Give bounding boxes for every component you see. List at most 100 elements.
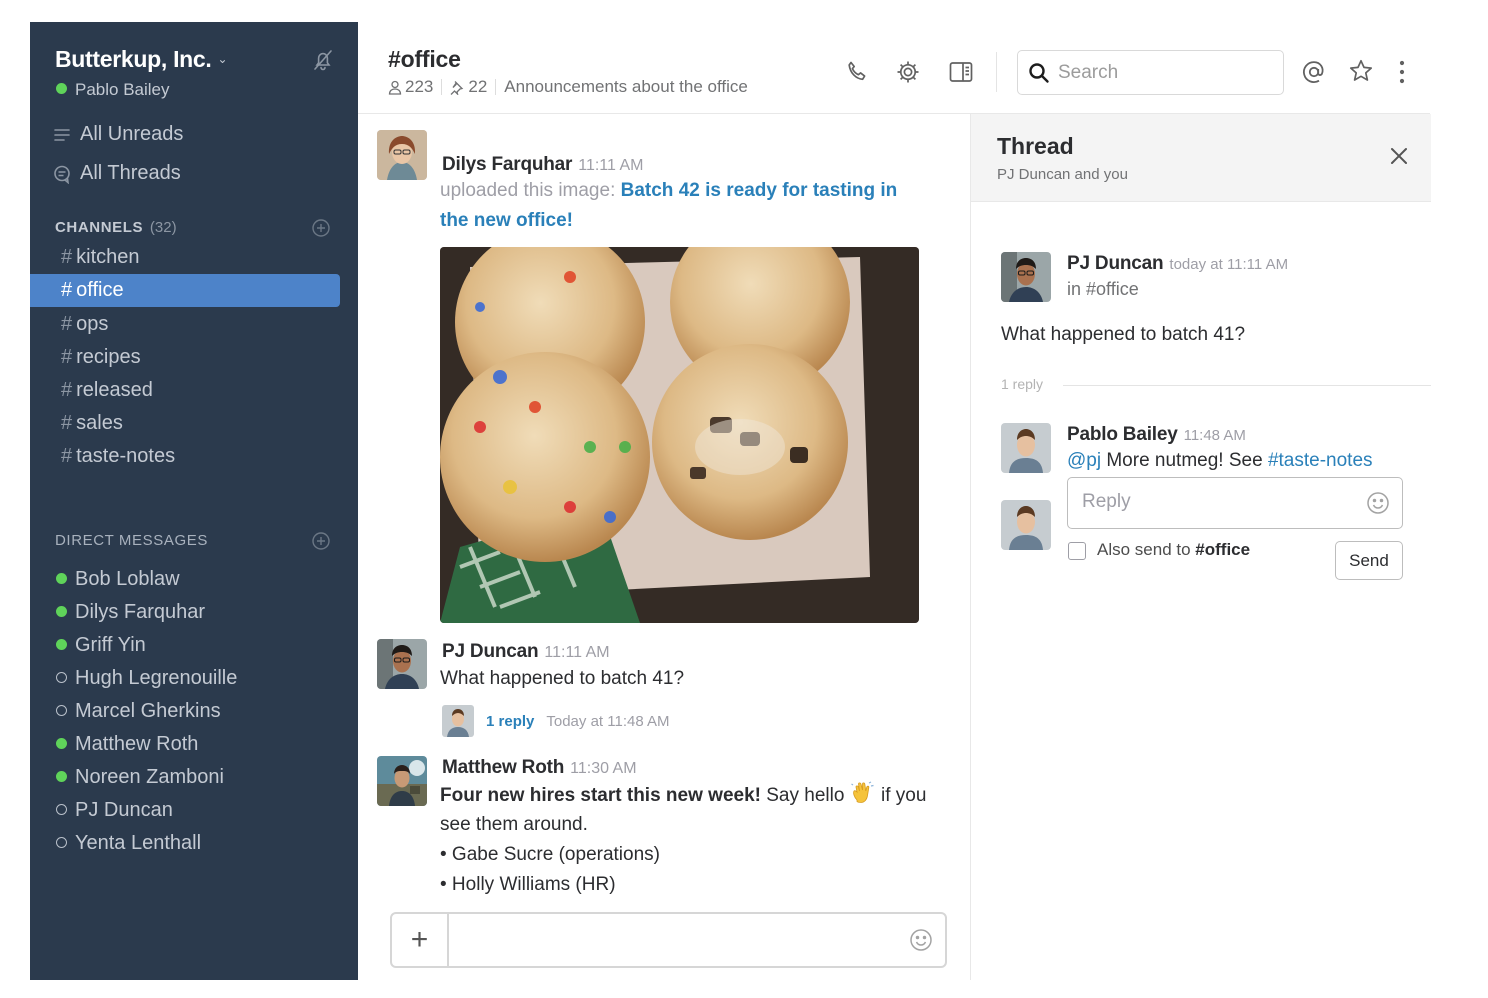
channel-title[interactable]: #office <box>388 46 461 73</box>
channel-label: taste-notes <box>76 445 176 467</box>
nav-all-unreads[interactable]: All Unreads <box>52 123 183 146</box>
channel-label: sales <box>76 412 123 434</box>
hash-icon: # <box>61 346 73 368</box>
presence-away-icon <box>56 672 67 683</box>
team-name-menu[interactable]: Butterkup, Inc. ⌄ <box>55 46 228 73</box>
current-user[interactable]: Pablo Bailey <box>56 80 170 100</box>
plus-icon: + <box>410 923 429 956</box>
thread-reply-count: 1 reply <box>1001 376 1044 392</box>
members-icon[interactable] <box>388 80 402 95</box>
phone-call-icon[interactable] <box>844 59 870 85</box>
member-count[interactable]: 223 <box>405 77 433 97</box>
also-send-label[interactable]: Also send to #office <box>1097 540 1250 560</box>
avatar[interactable] <box>1001 252 1051 302</box>
starred-items-icon[interactable] <box>1348 58 1374 84</box>
message-author[interactable]: Matthew Roth 11:30 AM <box>442 757 637 779</box>
thread-header: Thread PJ Duncan and you <box>971 114 1431 202</box>
dm-noreen-zamboni[interactable]: Noreen Zamboni <box>56 763 224 791</box>
dm-hugh-legrenouille[interactable]: Hugh Legrenouille <box>56 664 237 692</box>
thread-replies-summary[interactable]: 1 reply Today at 11:48 AM <box>442 704 670 738</box>
search-input[interactable]: Search <box>1017 50 1284 95</box>
channel-topic[interactable]: Announcements about the office <box>504 77 748 97</box>
thread-participants: PJ Duncan and you <box>997 166 1128 183</box>
thread-pane: Thread PJ Duncan and you PJ Duncan today … <box>970 114 1431 980</box>
channel-link[interactable]: #taste-notes <box>1268 450 1373 471</box>
channel-taste-notes[interactable]: # taste-notes <box>30 440 340 473</box>
message-timestamp[interactable]: 11:30 AM <box>570 760 636 777</box>
image-title-link[interactable]: Batch 42 is ready for tasting in <box>621 180 898 201</box>
uploaded-cookie-image[interactable] <box>440 247 919 623</box>
mentions-at-icon[interactable] <box>1301 59 1327 85</box>
avatar[interactable] <box>377 130 427 180</box>
emoji-picker-icon[interactable] <box>1366 491 1390 515</box>
message-text: see them around. <box>440 814 588 835</box>
add-attachment-button[interactable]: + <box>392 914 449 966</box>
avatar[interactable] <box>377 756 427 806</box>
message-text: Four new hires start this new week! Say … <box>440 780 926 811</box>
dm-matthew-roth[interactable]: Matthew Roth <box>56 730 198 758</box>
thread-parent-time[interactable]: today at 11:11 AM <box>1169 256 1288 273</box>
presence-online-icon <box>56 573 67 584</box>
channel-recipes[interactable]: # recipes <box>30 341 340 374</box>
toggle-details-pane-icon[interactable] <box>948 59 974 85</box>
thread-reply-time[interactable]: 11:48 AM <box>1184 427 1246 444</box>
presence-online-icon <box>56 771 67 782</box>
user-mention-link[interactable]: @pj <box>1067 450 1101 471</box>
reply-divider <box>1063 385 1431 386</box>
avatar[interactable] <box>1001 423 1051 473</box>
channel-released[interactable]: # released <box>30 374 340 407</box>
thread-parent-text: What happened to batch 41? <box>1001 324 1246 345</box>
all-unreads-icon <box>54 128 70 141</box>
thread-reply-author[interactable]: Pablo Bailey 11:48 AM <box>1067 424 1246 446</box>
dm-griff-yin[interactable]: Griff Yin <box>56 631 146 659</box>
thread-reply-input[interactable]: Reply <box>1067 477 1403 529</box>
message-text-part: Say hello <box>766 785 845 806</box>
avatar[interactable] <box>377 639 427 689</box>
dm-marcel-gherkins[interactable]: Marcel Gherkins <box>56 697 221 725</box>
dm-dilys-farquhar[interactable]: Dilys Farquhar <box>56 598 205 626</box>
emoji-picker-icon[interactable] <box>909 928 933 952</box>
channel-kitchen[interactable]: # kitchen <box>30 241 340 274</box>
add-dm-icon[interactable] <box>311 531 331 551</box>
also-send-checkbox[interactable] <box>1068 542 1086 560</box>
slack-app-window: Butterkup, Inc. ⌄ Pablo Bailey All Unread… <box>30 22 1431 980</box>
message-author[interactable]: PJ Duncan 11:11 AM <box>442 641 610 663</box>
message-author[interactable]: Dilys Farquhar 11:11 AM <box>442 154 643 176</box>
dm-pj-duncan[interactable]: PJ Duncan <box>56 796 173 824</box>
message-composer[interactable]: + <box>390 912 947 968</box>
chevron-down-icon: ⌄ <box>217 52 228 66</box>
message-timestamp[interactable]: 11:11 AM <box>578 157 643 174</box>
avatar <box>1001 500 1051 550</box>
pinned-count[interactable]: 22 <box>468 77 487 97</box>
channels-header[interactable]: CHANNELS (32) <box>55 219 177 236</box>
send-button[interactable]: Send <box>1335 541 1403 580</box>
reply-placeholder: Reply <box>1082 491 1131 512</box>
dm-yenta-lenthall[interactable]: Yenta Lenthall <box>56 829 201 857</box>
dm-label: Hugh Legrenouille <box>75 667 238 689</box>
notifications-off-bell-icon[interactable] <box>311 48 335 72</box>
channel-office[interactable]: # office <box>30 274 340 307</box>
channel-meta: 223 22 Announcements about the office <box>388 77 748 97</box>
nav-all-threads[interactable]: All Threads <box>52 162 181 185</box>
thread-parent-channel[interactable]: in #office <box>1067 279 1139 300</box>
dm-bob-loblaw[interactable]: Bob Loblaw <box>56 565 180 593</box>
channel-label: released <box>76 379 153 401</box>
more-options-icon[interactable] <box>1392 59 1412 85</box>
thread-parent-author[interactable]: PJ Duncan today at 11:11 AM <box>1067 253 1288 275</box>
message-timestamp[interactable]: 11:11 AM <box>544 644 609 661</box>
current-user-name: Pablo Bailey <box>75 80 170 99</box>
message-text: the new office! <box>440 206 573 236</box>
dm-label: Noreen Zamboni <box>75 766 224 788</box>
settings-gear-icon[interactable] <box>895 59 921 85</box>
channel-label: kitchen <box>76 246 140 268</box>
reply-count-link[interactable]: 1 reply <box>486 713 534 730</box>
thread-parent-author-name: PJ Duncan <box>1067 253 1164 274</box>
image-title-link-cont[interactable]: the new office! <box>440 210 573 231</box>
close-icon[interactable] <box>1387 144 1411 168</box>
add-channel-icon[interactable] <box>311 218 331 238</box>
pin-icon[interactable] <box>450 80 464 95</box>
channel-sales[interactable]: # sales <box>30 407 340 440</box>
direct-messages-header[interactable]: DIRECT MESSAGES <box>55 532 208 549</box>
thread-reply-text: @pj More nutmeg! See #taste-notes <box>1067 450 1373 472</box>
channel-ops[interactable]: # ops <box>30 308 340 341</box>
